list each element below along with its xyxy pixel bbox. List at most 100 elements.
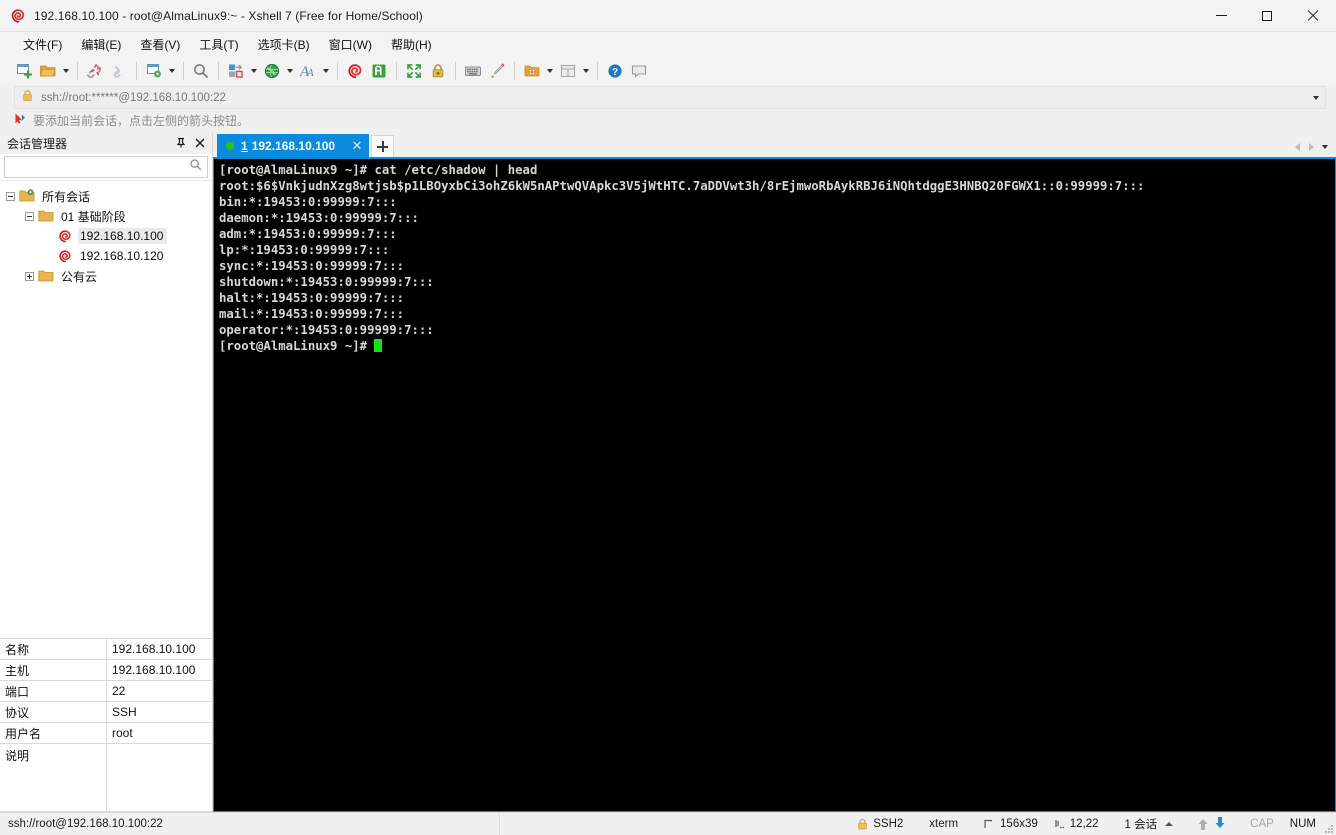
chevron-down-icon	[287, 68, 293, 73]
session-properties-button[interactable]	[142, 59, 166, 83]
close-button[interactable]	[1290, 0, 1336, 32]
chevron-down-icon	[583, 68, 589, 73]
session-properties-dropdown[interactable]	[166, 59, 178, 83]
encoding-button[interactable]	[260, 59, 284, 83]
property-value	[107, 744, 212, 811]
tree-label: 01 基础阶段	[61, 209, 126, 224]
search-icon	[194, 63, 208, 78]
tab-close-icon[interactable]: ✕	[349, 138, 365, 154]
menu-view[interactable]: 查看(V)	[131, 33, 189, 56]
property-value: root	[112, 726, 133, 740]
property-row: 说明	[0, 744, 212, 812]
expander-minus-icon[interactable]	[6, 191, 15, 201]
plus-icon	[377, 141, 389, 152]
expander-minus-icon[interactable]	[25, 211, 34, 221]
status-bar: ssh://root@192.168.10.100:22 SSH2 xterm …	[0, 812, 1336, 835]
layout-dropdown[interactable]	[248, 59, 260, 83]
tab-bar: 1 192.168.10.100 ✕	[213, 132, 1336, 157]
address-dropdown-button[interactable]	[1307, 87, 1325, 108]
feedback-button[interactable]	[627, 59, 651, 83]
expander-plus-icon[interactable]	[25, 271, 34, 281]
pin-button[interactable]	[172, 135, 189, 152]
status-screen-size-text: 156x39	[1000, 818, 1038, 830]
terminal-screen[interactable]: [root@AlmaLinux9 ~]# cat /etc/shadow | h…	[213, 157, 1336, 812]
menu-tools[interactable]: 工具(T)	[190, 33, 247, 56]
minimize-button[interactable]	[1198, 0, 1244, 32]
property-key: 说明	[0, 744, 107, 811]
new-session-icon	[17, 63, 33, 79]
menu-edit[interactable]: 编辑(E)	[72, 33, 130, 56]
add-folder-icon	[524, 65, 540, 76]
session-search-box[interactable]	[4, 156, 208, 178]
open-session-dropdown[interactable]	[60, 59, 72, 83]
terminal-line: halt:*:19453:0:99999:7:::	[219, 291, 405, 305]
send-keys-button[interactable]	[461, 59, 485, 83]
xshell-session-icon	[57, 229, 73, 243]
panel-close-button[interactable]	[191, 135, 208, 152]
help-button[interactable]: ?	[603, 59, 627, 83]
tree-item-session-100[interactable]: 192.168.10.100	[0, 226, 212, 246]
lock-button[interactable]	[426, 59, 450, 83]
add-folder-dropdown[interactable]	[544, 59, 556, 83]
xftp-button[interactable]	[367, 59, 391, 83]
search-icon[interactable]	[189, 158, 202, 176]
arrow-up-icon	[1197, 818, 1209, 831]
svg-text:?: ?	[612, 67, 618, 78]
split-view-dropdown[interactable]	[580, 59, 592, 83]
encoding-dropdown[interactable]	[284, 59, 296, 83]
font-button[interactable]: A A	[296, 59, 320, 83]
chevron-down-icon	[1313, 95, 1319, 100]
find-button[interactable]	[189, 59, 213, 83]
new-session-button[interactable]	[12, 59, 36, 83]
toolbar-separator	[183, 61, 184, 80]
open-session-button[interactable]	[36, 59, 60, 83]
tab-next-button[interactable]	[1304, 137, 1318, 157]
font-dropdown[interactable]	[320, 59, 332, 83]
terminal-line: adm:*:19453:0:99999:7:::	[219, 227, 397, 241]
menu-file[interactable]: 文件(F)	[14, 33, 71, 56]
property-value: SSH	[112, 705, 137, 719]
xshell-button[interactable]	[343, 59, 367, 83]
split-view-button[interactable]	[556, 59, 580, 83]
tab-192-168-10-100[interactable]: 1 192.168.10.100 ✕	[217, 134, 370, 157]
tab-prev-button[interactable]	[1290, 137, 1304, 157]
tab-list-button[interactable]	[1318, 137, 1332, 157]
status-caps-lock: CAP	[1234, 813, 1282, 835]
status-sessions[interactable]: 1 会话	[1107, 813, 1182, 835]
toolbar-separator	[218, 61, 219, 80]
maximize-button[interactable]	[1244, 0, 1290, 32]
open-session-icon	[39, 65, 56, 76]
tree-item-session-120[interactable]: 192.168.10.120	[0, 246, 212, 266]
address-bar[interactable]: ssh://root:******@192.168.10.100:22	[14, 86, 1326, 109]
workspace: 会话管理器 所有会话 01 基础阶段 192.168.10.100 192.16…	[0, 132, 1336, 812]
tree-item-all-sessions[interactable]: 所有会话	[0, 186, 212, 206]
fullscreen-button[interactable]	[402, 59, 426, 83]
tree-item-folder-basics[interactable]: 01 基础阶段	[0, 206, 212, 226]
chevron-down-icon	[169, 68, 175, 73]
search-input[interactable]	[5, 160, 189, 174]
status-caps-text: CAP	[1250, 818, 1274, 830]
status-protocol-text: SSH2	[873, 818, 904, 830]
status-sessions-text: 1 会话	[1124, 819, 1158, 831]
reconnect-button[interactable]	[107, 59, 131, 83]
add-folder-button[interactable]	[520, 59, 544, 83]
toolbar-separator	[337, 61, 338, 80]
chevron-left-icon	[1294, 143, 1300, 151]
menu-window[interactable]: 窗口(W)	[320, 33, 381, 56]
window-controls	[1198, 0, 1336, 32]
split-view-icon	[560, 64, 576, 77]
caret-up-icon[interactable]	[1165, 822, 1174, 826]
resize-grip-icon[interactable]	[1322, 813, 1336, 835]
menu-help[interactable]: 帮助(H)	[382, 33, 441, 56]
folder-icon	[38, 269, 54, 283]
highlight-button[interactable]	[485, 59, 509, 83]
menu-tabs[interactable]: 选项卡(B)	[249, 33, 319, 56]
tree-item-folder-cloud[interactable]: 公有云	[0, 266, 212, 286]
new-tab-button[interactable]	[371, 135, 395, 157]
layout-button[interactable]	[224, 59, 248, 83]
window-title: 192.168.10.100 - root@AlmaLinux9:~ - Xsh…	[34, 8, 423, 23]
status-terminal-type[interactable]: xterm	[911, 813, 976, 835]
disconnect-button[interactable]	[83, 59, 107, 83]
chevron-down-icon	[323, 68, 329, 73]
status-protocol[interactable]: SSH2	[849, 813, 911, 835]
